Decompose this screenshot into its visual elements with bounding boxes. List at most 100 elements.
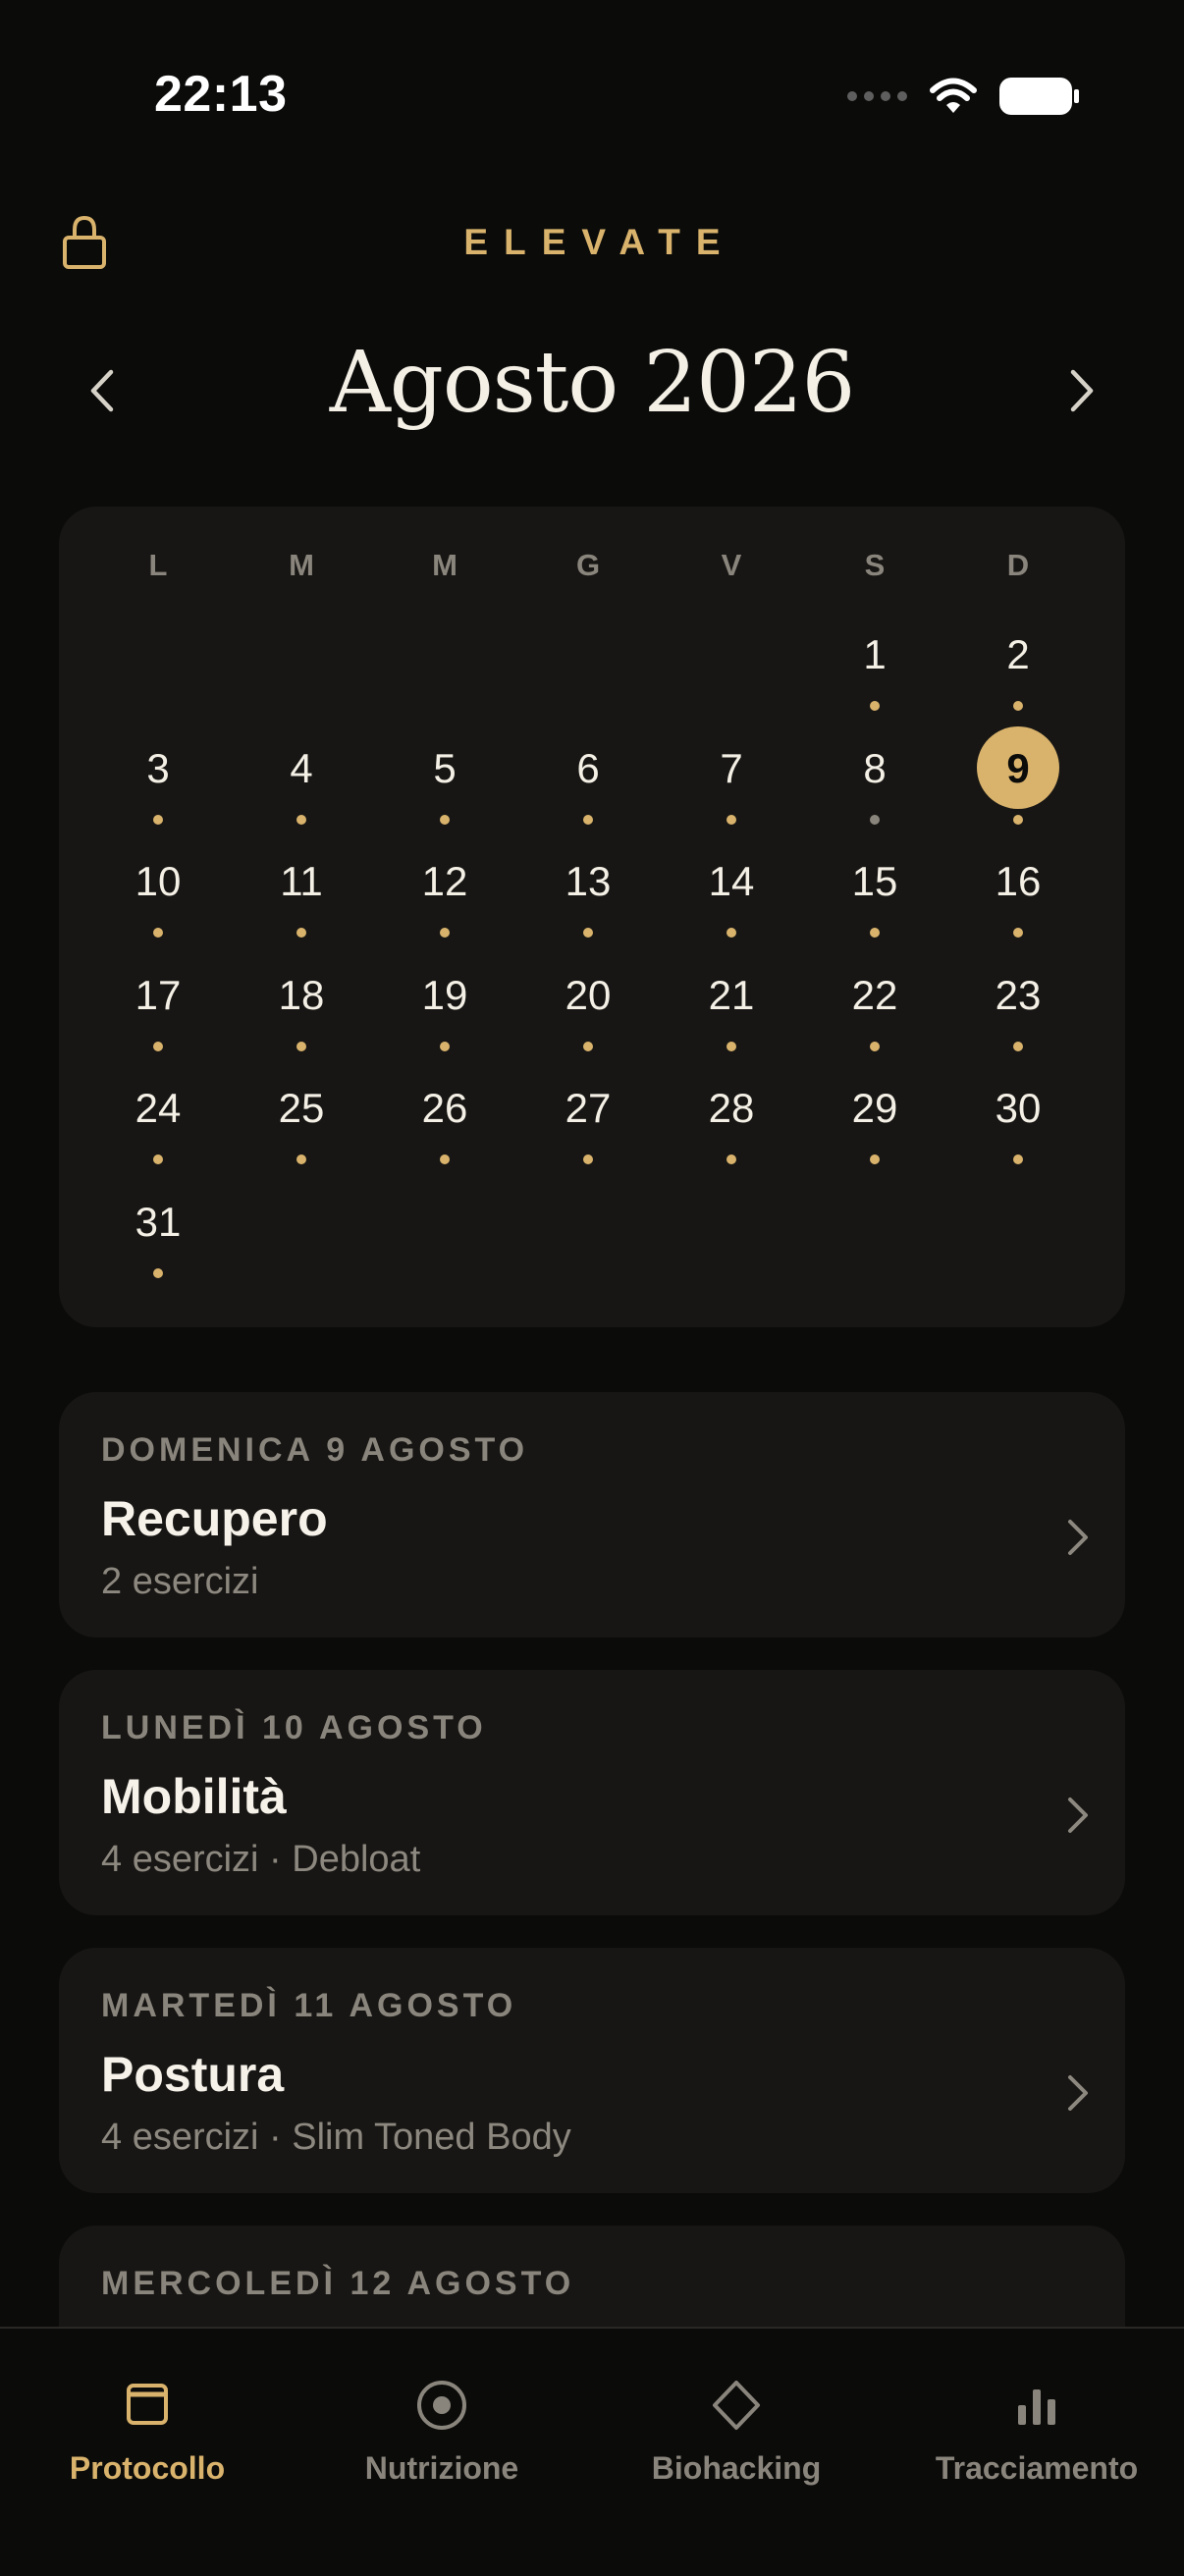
session-indicator-dot [583, 928, 593, 939]
day-number: 13 [565, 858, 612, 905]
session-indicator-dot [440, 928, 450, 939]
session-indicator-dot [1013, 1154, 1023, 1165]
weekday-header: L M M G V S D [59, 548, 1125, 587]
calendar-day[interactable]: 24 [109, 1060, 207, 1165]
calendar-day[interactable]: 18 [252, 947, 350, 1051]
tab-protocollo[interactable]: Protocollo [0, 2376, 295, 2487]
calendar-day[interactable]: 12 [396, 833, 494, 939]
day-number: 26 [421, 1085, 468, 1132]
session-indicator-dot [296, 814, 306, 825]
day-number: 25 [278, 1085, 325, 1132]
bar-chart-icon [1018, 2389, 1055, 2425]
session-indicator-dot [153, 1041, 163, 1051]
calendar-day[interactable]: 26 [396, 1060, 494, 1165]
session-indicator-dot [296, 1041, 306, 1051]
tab-label: Biohacking [651, 2450, 822, 2486]
tab-nutrizione[interactable]: Nutrizione [295, 2376, 589, 2487]
diamond-icon [713, 2381, 760, 2430]
calendar-day[interactable]: 22 [826, 947, 924, 1051]
session-title: Recupero [101, 1491, 328, 1546]
session-card[interactable]: LUNEDÌ 10 AGOSTO Mobilità 4 esercizi · D… [59, 1670, 1125, 1915]
calendar-day[interactable]: 23 [969, 947, 1067, 1051]
session-indicator-dot [440, 1041, 450, 1051]
day-number: 18 [278, 971, 325, 1018]
next-month-button[interactable] [1052, 361, 1111, 420]
session-indicator-dot [727, 814, 736, 825]
calendar-day[interactable]: 20 [539, 947, 637, 1051]
status-icons [847, 71, 1080, 122]
session-title: Postura [101, 2047, 285, 2102]
tab-bar: Protocollo Nutrizione Biohacking Traccia… [0, 2327, 1184, 2576]
weekday-label: V [721, 548, 742, 582]
calendar-day[interactable]: 28 [682, 1060, 780, 1165]
session-date: MARTEDÌ 11 AGOSTO [101, 1987, 517, 2024]
session-indicator-dot [1013, 928, 1023, 939]
calendar-day[interactable]: 1 [826, 607, 924, 711]
calendar-day[interactable]: 27 [539, 1060, 637, 1165]
session-card[interactable]: MARTEDÌ 11 AGOSTO Postura 4 esercizi · S… [59, 1948, 1125, 2193]
day-number: 4 [290, 744, 313, 791]
session-indicator-dot [727, 928, 736, 939]
day-number: 20 [565, 971, 612, 1018]
session-indicator-dot [296, 928, 306, 939]
calendar-day[interactable]: 7 [682, 721, 780, 825]
calendar-day[interactable]: 4 [252, 721, 350, 825]
chevron-right-icon [1068, 2075, 1088, 2111]
session-date: MERCOLEDÌ 12 AGOSTO [101, 2265, 575, 2302]
tab-biohacking[interactable]: Biohacking [589, 2376, 884, 2487]
session-indicator-dot [870, 928, 880, 939]
day-number: 12 [421, 858, 468, 905]
session-indicator-dot [870, 814, 880, 825]
calendar-day[interactable]: 29 [826, 1060, 924, 1165]
session-indicator-dot [153, 1268, 163, 1278]
chevron-right-icon [1070, 369, 1094, 412]
day-number: 14 [708, 858, 755, 905]
calendar-day[interactable]: 31 [109, 1174, 207, 1278]
day-number: 22 [851, 971, 898, 1018]
calendar-day[interactable]: 13 [539, 833, 637, 939]
day-number: 24 [135, 1085, 182, 1132]
calendar-day[interactable]: 30 [969, 1060, 1067, 1165]
weekday-label: L [148, 548, 168, 582]
calendar-day[interactable]: 16 [969, 833, 1067, 939]
tab-tracciamento[interactable]: Tracciamento [889, 2376, 1184, 2487]
session-subtitle: 2 esercizi [101, 1561, 259, 1602]
day-number: 19 [421, 971, 468, 1018]
calendar-day[interactable]: 2 [969, 607, 1067, 711]
session-indicator-dot [583, 1041, 593, 1051]
calendar-day[interactable]: 10 [109, 833, 207, 939]
session-indicator-dot [153, 1154, 163, 1165]
session-indicator-dot [870, 1041, 880, 1051]
calendar-day[interactable]: 5 [396, 721, 494, 825]
calendar-day[interactable]: 17 [109, 947, 207, 1051]
calendar-day[interactable]: 25 [252, 1060, 350, 1165]
session-card[interactable]: DOMENICA 9 AGOSTO Recupero 2 esercizi [59, 1392, 1125, 1637]
calendar-day[interactable]: 15 [826, 833, 924, 939]
day-number: 29 [851, 1085, 898, 1132]
calendar-day[interactable]: 8 [826, 721, 924, 825]
cellular-signal-icon [847, 91, 907, 101]
session-indicator-dot [870, 1154, 880, 1165]
session-indicator-dot [727, 1041, 736, 1051]
calendar-day-selected[interactable]: 9 [969, 721, 1067, 825]
tab-label: Nutrizione [364, 2450, 519, 2486]
status-time: 22:13 [154, 66, 288, 123]
target-icon [417, 2381, 466, 2430]
calendar-day[interactable]: 11 [252, 833, 350, 939]
calendar-day[interactable]: 19 [396, 947, 494, 1051]
day-number: 11 [280, 858, 323, 905]
tab-label: Tracciamento [935, 2450, 1139, 2486]
calendar-day[interactable]: 21 [682, 947, 780, 1051]
session-indicator-dot [870, 701, 880, 711]
wifi-icon [930, 78, 977, 113]
calendar-day[interactable]: 6 [539, 721, 637, 825]
day-number: 8 [863, 744, 887, 791]
session-indicator-dot [153, 814, 163, 825]
session-indicator-dot [727, 1154, 736, 1165]
calendar-day[interactable]: 3 [109, 721, 207, 825]
session-indicator-dot [440, 814, 450, 825]
calendar-day[interactable]: 14 [682, 833, 780, 939]
day-number: 3 [146, 744, 170, 791]
weekday-label: M [432, 548, 457, 582]
day-number: 27 [565, 1085, 612, 1132]
